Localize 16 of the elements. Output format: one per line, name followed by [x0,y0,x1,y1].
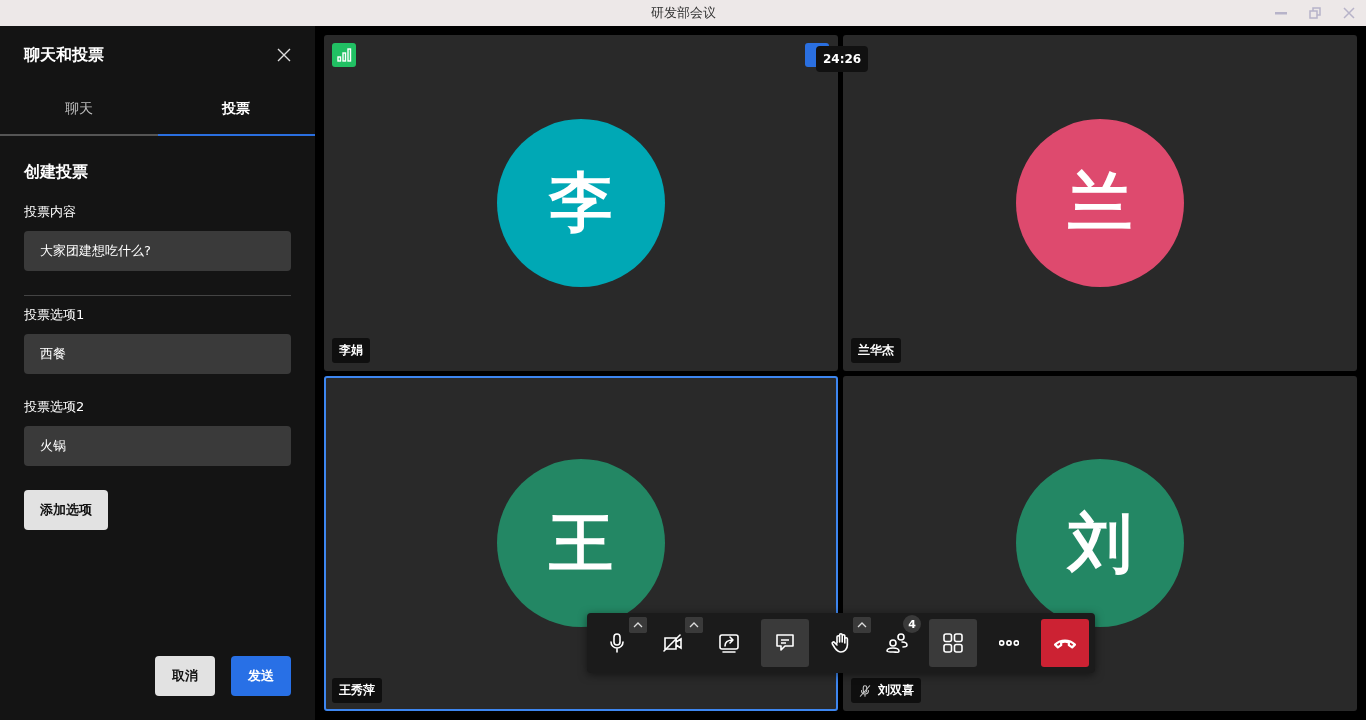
avatar: 王 [497,459,665,628]
field-label: 投票选项1 [24,306,86,324]
field-label: 投票选项2 [24,398,86,416]
panel-title: 聊天和投票 [24,44,104,66]
window-title: 研发部会议 [650,4,716,22]
participant-name: 李娟 [339,341,363,359]
participant-name: 兰华杰 [858,341,894,359]
participant-name: 王秀萍 [339,682,375,699]
call-timer-tooltip: 24:26 [816,46,869,72]
avatar: 刘 [1016,459,1184,628]
avatar: 李 [497,118,665,287]
avatar: 兰 [1016,118,1184,287]
participant-name: 刘双喜 [878,682,914,699]
field-label: 投票内容 [24,203,77,221]
section-heading: 创建投票 [24,162,89,183]
count-badge: 4 [903,615,921,633]
